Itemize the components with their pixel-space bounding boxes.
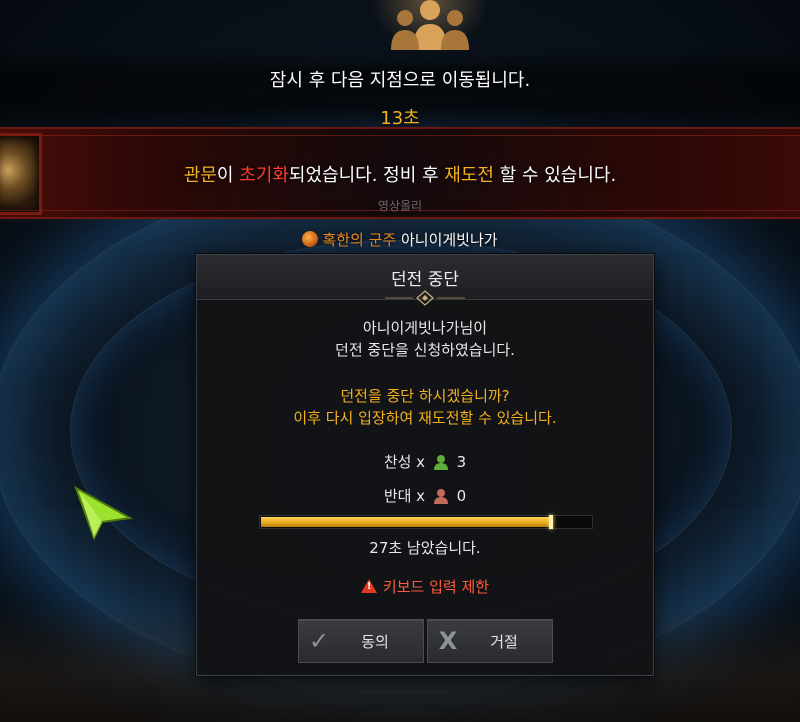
boss-name: 아니이게빗나가 [396, 231, 498, 249]
move-notice: 잠시 후 다음 지점으로 이동됩니다. 13초 [0, 50, 800, 130]
oppose-person-icon [433, 489, 448, 504]
reset-banner: 관문이 초기화되었습니다. 정비 후 재도전 할 수 있습니다. 영상올리 [0, 127, 800, 219]
boss-nameplate: 혹한의 군주 아니이게빗나가 [0, 229, 800, 250]
reset-word-reset: 초기화 [239, 165, 289, 186]
faint-overlay-text: 영상올리 [377, 199, 423, 213]
reset-message: 관문이 초기화되었습니다. 정비 후 재도전 할 수 있습니다. [0, 161, 800, 187]
reject-button[interactable]: X 거절 [427, 619, 553, 663]
keyboard-warning-text: 키보드 입력 제한 [382, 578, 490, 596]
ornament-icon [385, 290, 465, 306]
reset-text-part: 되었습니다. 정비 후 [288, 165, 445, 186]
request-line-2: 던전 중단을 신청하였습니다. [335, 341, 515, 359]
boss-title: 혹한의 군주 [322, 231, 397, 249]
agree-vote-row: 찬성 x 3 [197, 451, 653, 472]
reject-button-label: 거절 [490, 632, 518, 651]
reset-word-retry: 재도전 [444, 165, 494, 186]
oppose-vote-label: 반대 x [383, 487, 426, 505]
agree-vote-count: 3 [456, 453, 467, 471]
time-remaining: 27초 남았습니다. [369, 539, 481, 557]
reset-text-part: 이 [216, 165, 240, 186]
vote-timer-bar [259, 515, 593, 529]
oppose-vote-row: 반대 x 0 [197, 485, 653, 506]
dialog-header: 던전 중단 [197, 255, 653, 306]
warning-icon [360, 579, 377, 593]
question-line-1: 던전을 중단 하시겠습니까? [340, 387, 510, 405]
keyboard-warning: 키보드 입력 제한 [197, 576, 653, 597]
dialog-title: 던전 중단 [391, 270, 459, 290]
vote-timer-fill [261, 515, 552, 529]
cursor-arrow-icon [74, 485, 134, 540]
party-emblem-icon [370, 0, 490, 50]
dungeon-abort-dialog: 던전 중단 아니이게빗나가님이 던전 중단을 신청하였습니다. 던전을 중단 하… [196, 254, 654, 676]
boss-rank-icon [302, 231, 319, 247]
question-message: 던전을 중단 하시겠습니까? 이후 다시 입장하여 재도전할 수 있습니다. [197, 385, 653, 429]
reset-text-part: 할 수 있습니다. [493, 165, 617, 186]
x-icon: X [438, 627, 458, 655]
move-message: 잠시 후 다음 지점으로 이동됩니다. [269, 70, 531, 91]
agree-vote-label: 찬성 x [383, 453, 426, 471]
agree-button[interactable]: ✓ 동의 [298, 619, 424, 663]
agree-person-icon [433, 455, 448, 470]
check-icon: ✓ [308, 627, 330, 655]
question-line-2: 이후 다시 입장하여 재도전할 수 있습니다. [293, 409, 557, 427]
request-message: 아니이게빗나가님이 던전 중단을 신청하였습니다. [197, 317, 653, 361]
reset-word-gate: 관문 [183, 165, 217, 186]
oppose-vote-count: 0 [456, 487, 467, 505]
agree-button-label: 동의 [361, 632, 389, 651]
request-line-1: 아니이게빗나가님이 [362, 319, 488, 337]
